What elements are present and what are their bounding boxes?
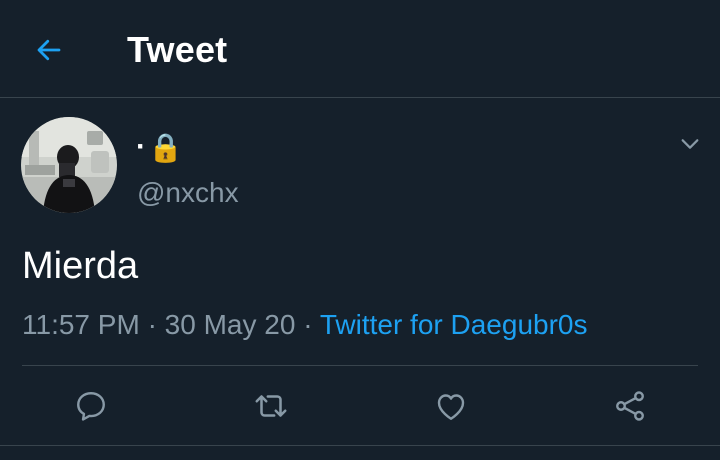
tweet-source-link[interactable]: Twitter for Daegubr0s bbox=[320, 309, 588, 340]
back-button[interactable] bbox=[26, 30, 72, 70]
reply-icon bbox=[77, 392, 105, 421]
heart-icon bbox=[437, 394, 465, 420]
arrow-left-icon bbox=[37, 39, 61, 61]
reply-button[interactable] bbox=[71, 386, 111, 426]
user-handle[interactable]: @nxchx bbox=[137, 176, 239, 210]
meta-separator: · bbox=[303, 309, 313, 340]
top-app-bar: Tweet bbox=[0, 0, 720, 98]
meta-separator: · bbox=[147, 309, 157, 340]
lock-icon: 🔒 bbox=[148, 131, 183, 163]
avatar[interactable] bbox=[21, 117, 117, 213]
tweet-text: Mierda bbox=[22, 245, 139, 287]
tweet-menu-button[interactable] bbox=[674, 128, 706, 160]
tweet-meta: 11:57 PM · 30 May 20 · Twitter for Daegu… bbox=[22, 308, 587, 342]
chevron-down-icon bbox=[681, 139, 699, 149]
retweet-icon bbox=[255, 395, 287, 417]
tweet-date: 30 May 20 bbox=[164, 309, 296, 340]
share-icon bbox=[616, 391, 644, 421]
display-name[interactable]: · 🔒 bbox=[136, 127, 183, 167]
like-button[interactable] bbox=[431, 386, 471, 426]
divider bbox=[0, 445, 720, 446]
tweet-time: 11:57 PM bbox=[22, 309, 140, 340]
divider bbox=[22, 365, 698, 366]
share-button[interactable] bbox=[610, 386, 650, 426]
page-title: Tweet bbox=[127, 29, 228, 70]
display-name-text: · bbox=[136, 130, 146, 163]
avatar-image bbox=[21, 117, 117, 213]
retweet-button[interactable] bbox=[251, 386, 291, 426]
